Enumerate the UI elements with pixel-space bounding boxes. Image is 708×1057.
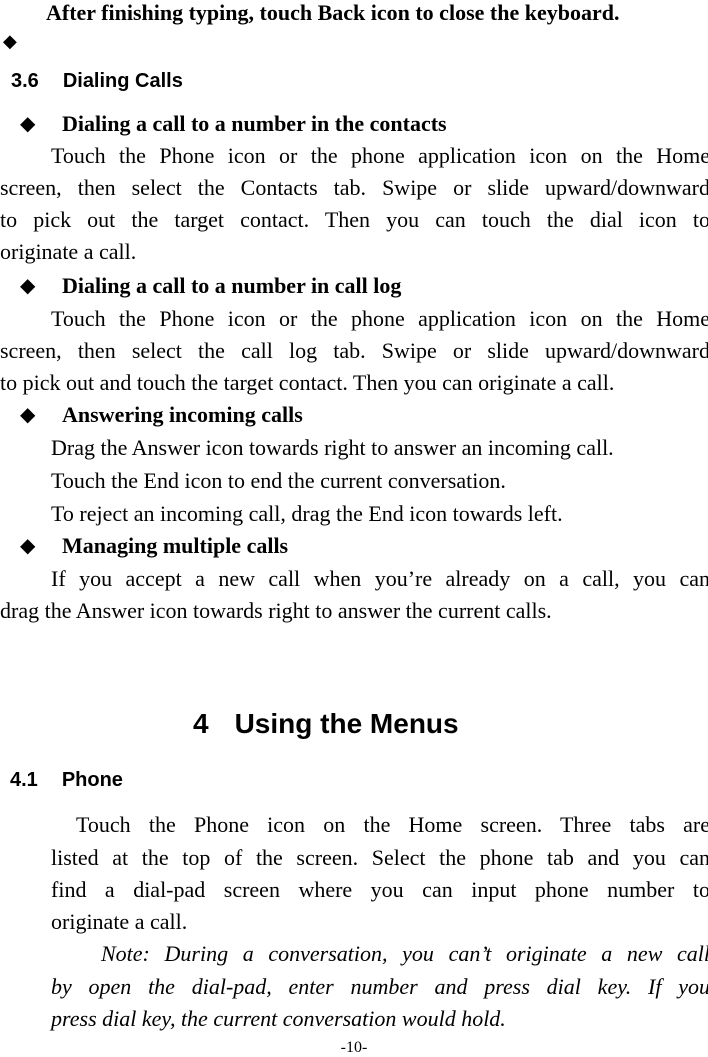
section-heading-4-1: 4.1 Phone	[10, 769, 123, 792]
diamond-bullet-icon: ◆	[3, 31, 17, 51]
section-title: Phone	[61, 769, 123, 791]
paragraph-line: drag the Answer icon towards right to an…	[0, 598, 552, 623]
paragraph-line: originate a call.	[51, 909, 188, 934]
paragraph-line: listed at the top of the screen. Select …	[51, 845, 708, 871]
text-line: Note: During a conversation, you can’t o…	[101, 941, 708, 966]
text-line: by open the dial-pad, enter number and p…	[51, 974, 708, 999]
bullet-heading: Dialing a call to a number in the contac…	[62, 111, 447, 136]
paragraph-line: find a dial-pad screen where you can inp…	[51, 877, 708, 903]
text-line: screen, then select the call log tab. Sw…	[0, 338, 708, 363]
text-line: Touch the Phone icon or the phone applic…	[51, 143, 708, 168]
chapter-heading-4: 4 Using the Menus	[193, 708, 459, 740]
page-number: -10-	[340, 1039, 368, 1056]
paragraph-line: to pick out and touch the target contact…	[0, 370, 615, 395]
paragraph-line: Drag the Answer icon towards right to an…	[51, 435, 614, 460]
bullet-heading: Managing multiple calls	[62, 533, 289, 558]
paragraph-line: Touch the End icon to end the current co…	[51, 468, 506, 493]
paragraph-line: to pick out the target contact. Then you…	[0, 207, 708, 233]
paragraph-line: If you accept a new call when you’re alr…	[51, 566, 708, 592]
section-heading-3-6: 3.6 Dialing Calls	[11, 70, 183, 93]
text-line: Touch the Phone icon or the phone applic…	[51, 306, 708, 331]
note-line: by open the dial-pad, enter number and p…	[51, 974, 708, 1000]
diamond-bullet-icon: ◆	[20, 113, 36, 135]
chapter-number: 4	[193, 708, 209, 739]
paragraph-line: screen, then select the call log tab. Sw…	[0, 338, 708, 364]
text-line: listed at the top of the screen. Select …	[51, 845, 708, 870]
paragraph-line: Touch the Phone icon or the phone applic…	[51, 143, 708, 169]
note-line: Note: During a conversation, you can’t o…	[101, 941, 708, 967]
paragraph-line: Touch the Phone icon on the Home screen.…	[76, 812, 708, 838]
paragraph-line: To reject an incoming call, drag the End…	[51, 501, 563, 526]
bullet-heading: Dialing a call to a number in call log	[62, 273, 402, 298]
paragraph-line: originate a call.	[0, 239, 137, 264]
text-line: Touch the Phone icon on the Home screen.…	[76, 812, 708, 837]
bullet-heading: Answering incoming calls	[62, 402, 303, 427]
section-title: Dialing Calls	[62, 70, 183, 92]
text-line: screen, then select the Contacts tab. Sw…	[0, 175, 708, 200]
text-line: If you accept a new call when you’re alr…	[51, 566, 708, 591]
section-number: 4.1	[10, 769, 38, 791]
diamond-bullet-icon: ◆	[20, 404, 36, 426]
diamond-bullet-icon: ◆	[20, 275, 36, 297]
chapter-title: Using the Menus	[234, 708, 459, 739]
paragraph-line: Touch the Phone icon or the phone applic…	[51, 306, 708, 332]
paragraph-line: screen, then select the Contacts tab. Sw…	[0, 175, 708, 201]
text-line: to pick out the target contact. Then you…	[0, 207, 708, 232]
text-line: find a dial-pad screen where you can inp…	[51, 877, 708, 902]
diamond-bullet-icon: ◆	[20, 535, 36, 557]
note-line: press dial key, the current conversation…	[51, 1006, 506, 1031]
top-note: After finishing typing, touch Back icon …	[46, 0, 620, 25]
section-number: 3.6	[11, 70, 39, 92]
